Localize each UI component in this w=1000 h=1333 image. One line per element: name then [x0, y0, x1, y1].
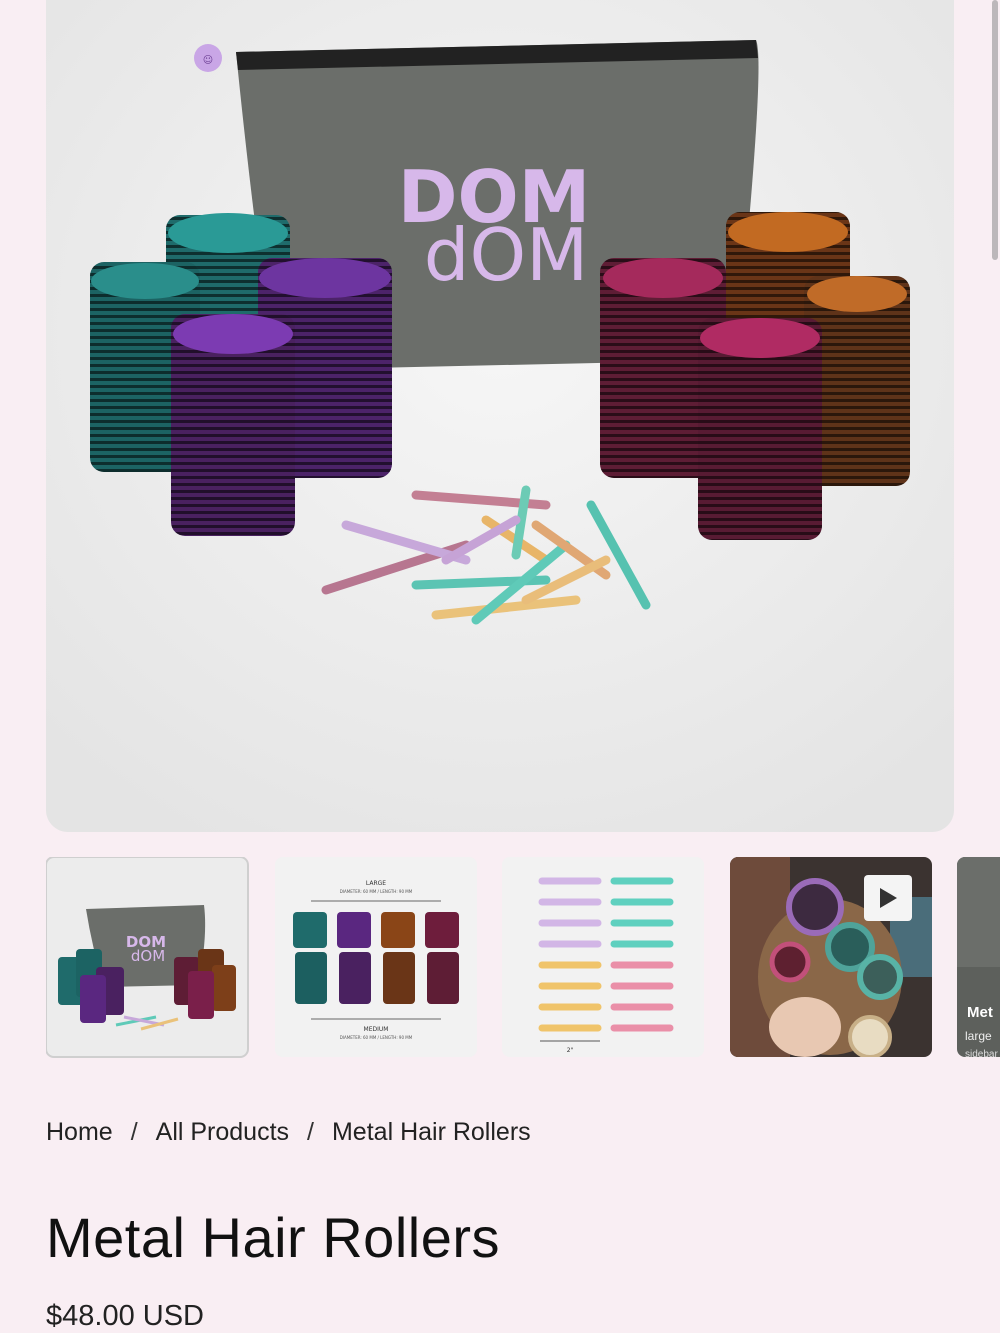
breadcrumb-all-products[interactable]: All Products	[156, 1118, 289, 1147]
sizes-large-dims: DIAMETER: 60 MM / LENGTH: 90 MM	[340, 889, 413, 894]
sizes-medium-dims: DIAMETER: 60 MM / LENGTH: 90 MM	[340, 1035, 413, 1040]
thumbnail-1[interactable]: DOM dOM	[46, 857, 249, 1058]
product-title: Metal Hair Rollers	[46, 1206, 500, 1269]
breadcrumb-separator: /	[130, 1118, 138, 1146]
thumbnail-3[interactable]: 2"	[502, 857, 704, 1057]
thumbnail-5-partial[interactable]: Met large sidebar	[957, 857, 1000, 1057]
breadcrumb-current: Metal Hair Rollers	[331, 1118, 531, 1146]
thumbnail-strip[interactable]: DOM dOM LARGE DIAMETER: 60 MM / LENGTH: …	[46, 857, 1000, 1059]
sizes-large-label: LARGE	[366, 880, 386, 887]
clip-length-label: 2"	[567, 1047, 574, 1054]
svg-text:☺: ☺	[203, 55, 213, 66]
breadcrumb-home[interactable]: Home	[46, 1118, 113, 1147]
play-icon	[880, 888, 897, 908]
sizes-medium-label: MEDIUM	[364, 1026, 389, 1033]
partial-thumb-subtitle-2: sidebar	[965, 1049, 998, 1057]
scrollbar[interactable]	[992, 0, 998, 260]
thumbnail-2[interactable]: LARGE DIAMETER: 60 MM / LENGTH: 90 MM ME…	[275, 857, 477, 1057]
breadcrumb-separator: /	[307, 1118, 314, 1146]
play-video-button[interactable]	[864, 875, 912, 921]
partial-thumb-subtitle: large	[965, 1029, 992, 1043]
thumb-logo-line2: dOM	[131, 947, 165, 965]
thumbnail-4-video[interactable]	[730, 857, 932, 1057]
main-product-image[interactable]: ☺ DOM dOM	[46, 0, 954, 832]
bag-logo-line2: dOM	[424, 213, 589, 297]
product-price: $48.00 USD	[46, 1300, 204, 1332]
partial-thumb-title: Met	[967, 1004, 993, 1021]
breadcrumb: Home / All Products / Metal Hair Rollers	[46, 1118, 531, 1147]
